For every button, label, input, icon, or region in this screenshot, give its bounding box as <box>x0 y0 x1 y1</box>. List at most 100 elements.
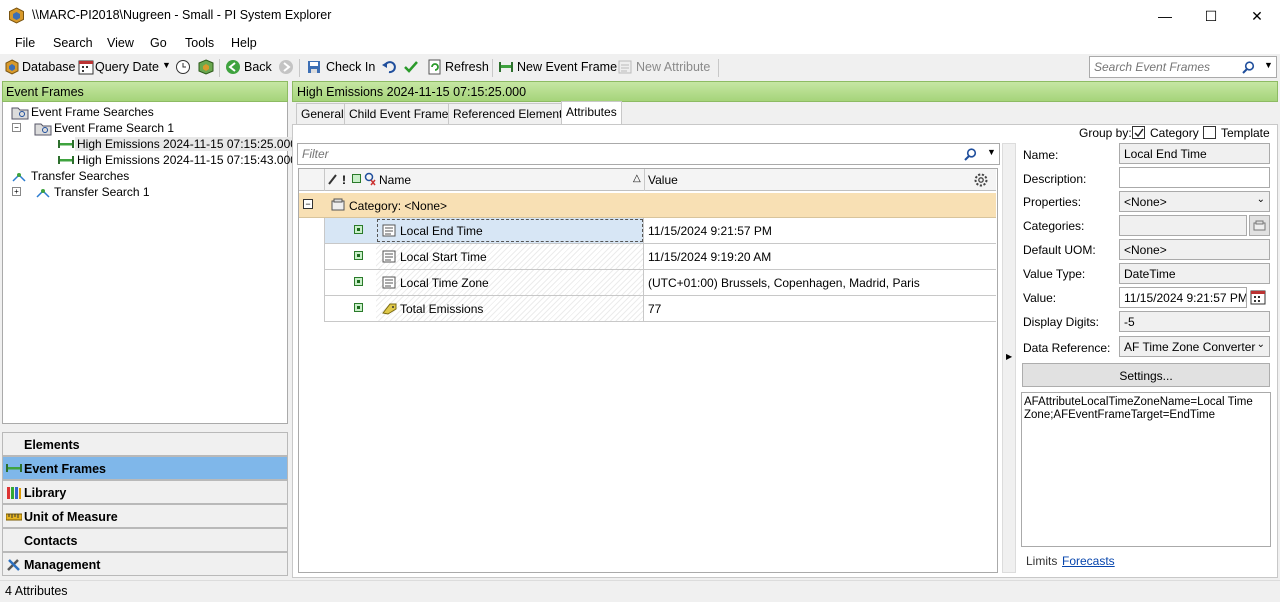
tab-attributes[interactable]: Attributes <box>561 101 622 124</box>
tree-node-high-emissions-2[interactable]: High Emissions 2024-11-15 07:15:43.000 <box>77 153 297 167</box>
filter-input[interactable] <box>302 147 902 161</box>
description-field[interactable] <box>1119 167 1270 188</box>
forward-arrow-icon[interactable] <box>278 59 294 75</box>
excluded-column-icon: ! <box>342 173 346 187</box>
settings-button[interactable]: Settings... <box>1022 363 1270 387</box>
attribute-name: Local Time Zone <box>400 276 489 290</box>
menu-tools[interactable]: Tools <box>185 36 214 50</box>
tree-node-event-frame-search-1[interactable]: Event Frame Search 1 <box>54 121 174 135</box>
filter-box[interactable]: ▼ <box>297 143 1000 165</box>
limits-link[interactable]: Limits <box>1026 554 1057 568</box>
event-frame-search-icon[interactable] <box>198 59 214 75</box>
search-event-frames-input[interactable] <box>1094 60 1244 74</box>
tree-node-transfer-search-1[interactable]: Transfer Search 1 <box>54 185 150 199</box>
tree-node-transfer-searches[interactable]: Transfer Searches <box>31 169 129 183</box>
nav-unit-of-measure[interactable]: Unit of Measure <box>2 504 288 528</box>
tab-general[interactable]: General <box>296 103 349 124</box>
menu-go[interactable]: Go <box>150 36 167 50</box>
category-checkbox[interactable] <box>1132 126 1145 139</box>
maximize-button[interactable]: ☐ <box>1188 0 1234 32</box>
tab-child-event-frames[interactable]: Child Event Frames <box>344 103 460 124</box>
template-checkbox[interactable] <box>1203 126 1216 139</box>
filter-dropdown-icon[interactable]: ▼ <box>987 147 996 157</box>
expand-toggle[interactable]: + <box>12 187 21 196</box>
nav-event-frames-label: Event Frames <box>24 462 106 476</box>
table-row[interactable]: Total Emissions 77 <box>324 296 996 322</box>
nav-library-label: Library <box>24 486 67 500</box>
new-attribute-button[interactable]: New Attribute <box>636 60 710 74</box>
tree-node-high-emissions-1[interactable]: High Emissions 2024-11-15 07:15:25.000 <box>75 137 299 151</box>
database-button[interactable]: Database <box>22 60 76 74</box>
check-in-button[interactable]: Check In <box>326 60 375 74</box>
sort-ascending-icon: △ <box>633 173 641 184</box>
display-digits-label: Display Digits: <box>1023 315 1100 329</box>
new-event-frame-button[interactable]: New Event Frame <box>517 60 617 74</box>
clock-icon[interactable] <box>175 59 191 75</box>
minimize-button[interactable]: — <box>1142 0 1188 32</box>
menu-search[interactable]: Search <box>53 36 93 50</box>
collapse-group-icon[interactable]: − <box>303 199 313 209</box>
config-string-textbox[interactable]: AFAttributeLocalTimeZoneName=Local Time … <box>1021 392 1271 547</box>
value-type-field[interactable]: DateTime <box>1119 263 1270 284</box>
configuration-item-icon <box>354 251 363 260</box>
checkmark-icon[interactable] <box>403 59 419 75</box>
categories-field[interactable] <box>1119 215 1247 236</box>
query-date-button[interactable]: Query Date <box>95 60 159 74</box>
nav-management-label: Management <box>24 558 101 572</box>
menu-file[interactable]: File <box>15 36 35 50</box>
search-event-frames-box[interactable]: ▼ <box>1089 56 1277 78</box>
col-header-value[interactable]: Value <box>648 173 678 187</box>
menu-view[interactable]: View <box>107 36 134 50</box>
categories-browse-button[interactable] <box>1249 215 1270 236</box>
gear-icon[interactable] <box>973 172 989 188</box>
back-arrow-icon[interactable] <box>225 59 241 75</box>
nav-management[interactable]: Management <box>2 552 288 576</box>
search-icon[interactable] <box>964 148 977 161</box>
pencil-icon <box>328 174 337 185</box>
left-splitter-handle[interactable] <box>2 424 288 432</box>
tree-node-event-frame-searches[interactable]: Event Frame Searches <box>31 105 154 119</box>
query-date-dropdown-icon[interactable]: ▼ <box>162 60 171 70</box>
data-reference-dropdown[interactable]: AF Time Zone Converter ⌄ <box>1119 336 1270 357</box>
category-group-row[interactable]: − Category: <None> <box>299 193 996 218</box>
collapse-right-icon[interactable]: ▶ <box>1006 352 1012 361</box>
collapse-toggle[interactable]: − <box>12 123 21 132</box>
properties-collapse-bar[interactable]: ▶ <box>1002 143 1016 573</box>
attribute-value: 77 <box>648 302 662 316</box>
undo-icon[interactable] <box>381 59 397 75</box>
categories-label: Categories: <box>1023 219 1085 233</box>
close-button[interactable]: ✕ <box>1234 0 1280 32</box>
table-row[interactable]: Local Time Zone (UTC+01:00) Brussels, Co… <box>324 270 996 296</box>
search-icon[interactable] <box>1242 61 1255 74</box>
event-frame-icon <box>6 464 22 472</box>
properties-dropdown[interactable]: <None> ⌄ <box>1119 191 1270 212</box>
tools-icon <box>7 559 20 571</box>
nav-contacts[interactable]: Contacts <box>2 528 288 552</box>
refresh-button[interactable]: Refresh <box>445 60 489 74</box>
default-uom-label: Default UOM: <box>1023 243 1096 257</box>
attribute-value: 11/15/2024 9:21:57 PM <box>648 224 772 238</box>
menu-help[interactable]: Help <box>231 36 257 50</box>
name-field[interactable]: Local End Time <box>1119 143 1270 164</box>
forecasts-link[interactable]: Forecasts <box>1062 554 1115 568</box>
tab-referenced-elements[interactable]: Referenced Elements <box>448 103 574 124</box>
default-uom-field[interactable]: <None> <box>1119 239 1270 260</box>
table-row[interactable]: Local Start Time 11/15/2024 9:19:20 AM <box>324 244 996 270</box>
search-dropdown-icon[interactable]: ▼ <box>1264 60 1273 70</box>
chevron-down-icon: ⌄ <box>1256 339 1265 350</box>
calendar-icon[interactable] <box>1250 289 1266 305</box>
display-digits-field[interactable]: -5 <box>1119 311 1270 332</box>
library-icon <box>7 487 21 499</box>
ruler-icon <box>6 513 22 521</box>
nav-elements[interactable]: Elements <box>2 432 288 456</box>
event-frame-tree[interactable]: Event Frame Searches − Event Frame Searc… <box>2 102 299 424</box>
back-button[interactable]: Back <box>244 60 272 74</box>
value-field[interactable]: 11/15/2024 9:21:57 PM <box>1119 287 1247 308</box>
toolbar-separator <box>718 59 719 77</box>
nav-library[interactable]: Library <box>2 480 288 504</box>
new-event-frame-icon <box>499 62 513 72</box>
col-header-name[interactable]: Name <box>379 173 411 187</box>
nav-event-frames[interactable]: Event Frames <box>2 456 288 480</box>
table-row[interactable]: Local End Time 11/15/2024 9:21:57 PM <box>324 218 996 244</box>
status-bar <box>0 580 1280 602</box>
